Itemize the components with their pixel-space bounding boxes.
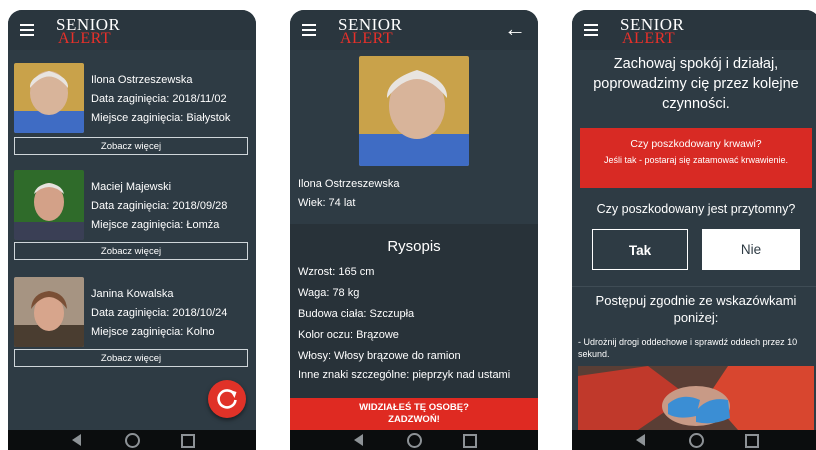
eye-color-field: Kolor oczu: Brązowe (298, 329, 399, 341)
phone-screen-missing-list: SENIOR ALERT Ilona Ostrzeszewska Data za… (8, 10, 256, 450)
app-bar: SENIOR ALERT (572, 10, 816, 50)
see-more-button[interactable]: Zobacz więcej (14, 349, 248, 367)
triangle-back-icon[interactable] (72, 434, 81, 446)
instructions-text: - Udrożnij drogi oddechowe i sprawdź odd… (578, 337, 798, 359)
app-bar: SENIOR ALERT ← (290, 10, 538, 50)
list-item: Maciej Majewski Data zaginięcia: 2018/09… (8, 170, 256, 278)
senior-alert-logo: SENIOR ALERT (620, 13, 700, 47)
call-button[interactable]: WIDZIAŁEŚ TĘ OSOBĘ? ZADZWOŃ! (290, 398, 538, 430)
arrow-left-icon[interactable]: ← (504, 17, 526, 41)
refresh-button[interactable] (208, 380, 246, 418)
missing-date: Data zaginięcia: 2018/10/24 (91, 307, 228, 319)
android-nav-bar (290, 430, 538, 450)
triangle-back-icon[interactable] (354, 434, 363, 446)
app-bar: SENIOR ALERT (8, 10, 256, 50)
circle-home-icon[interactable] (407, 433, 422, 448)
bleeding-question: Czy poszkodowany krwawi? (630, 138, 762, 150)
list-item: Janina Kowalska Data zaginięcia: 2018/10… (8, 277, 256, 385)
see-more-button[interactable]: Zobacz więcej (14, 242, 248, 260)
call-line2: ZADZWOŃ! (388, 414, 440, 425)
logo-line2: ALERT (340, 30, 394, 47)
person-photo (14, 63, 84, 133)
refresh-icon (217, 389, 237, 409)
hamburger-icon[interactable] (20, 24, 34, 36)
missing-date: Data zaginięcia: 2018/09/28 (91, 200, 228, 212)
height-field: Wzrost: 165 cm (298, 266, 375, 278)
divider (572, 286, 816, 287)
build-field: Budowa ciała: Szczupła (298, 308, 415, 320)
hamburger-icon[interactable] (584, 24, 598, 36)
senior-alert-logo: SENIOR ALERT (338, 13, 418, 47)
person-photo (14, 277, 84, 347)
person-name: Ilona Ostrzeszewska (298, 178, 400, 190)
yes-button[interactable]: Tak (592, 229, 688, 270)
bleeding-hint: Jeśli tak - postaraj się zatamować krwaw… (603, 155, 789, 165)
phone-screen-person-detail: SENIOR ALERT ← Ilona Ostrzeszewska Wiek:… (290, 10, 538, 450)
square-recent-icon[interactable] (181, 434, 195, 448)
person-photo (359, 56, 469, 166)
person-name: Maciej Majewski (91, 181, 172, 193)
circle-home-icon[interactable] (689, 433, 704, 448)
hair-field: Włosy: Włosy brązowe do ramion (298, 350, 461, 362)
android-nav-bar (8, 430, 256, 450)
conscious-question: Czy poszkodowany jest przytomny? (596, 202, 796, 216)
list-item: Ilona Ostrzeszewska Data zaginięcia: 201… (8, 63, 256, 171)
phone-screen-first-aid: SENIOR ALERT Zachowaj spokój i działaj, … (572, 10, 816, 450)
hamburger-icon[interactable] (302, 24, 316, 36)
call-line1: WIDZIAŁEŚ TĘ OSOBĘ? (359, 402, 469, 413)
cpr-illustration (578, 366, 814, 430)
person-age: Wiek: 74 lat (298, 197, 356, 209)
instructions-title: Postępuj zgodnie ze wskazówkami poniżej: (595, 293, 797, 325)
senior-alert-logo: SENIOR ALERT (56, 13, 136, 47)
description-title: Rysopis (387, 238, 441, 255)
no-button[interactable]: Nie (702, 229, 800, 270)
bleeding-alert: Czy poszkodowany krwawi? Jeśli tak - pos… (580, 128, 812, 188)
missing-place: Miejsce zaginięcia: Białystok (91, 112, 231, 124)
description-section: Rysopis Wzrost: 165 cm Waga: 78 kg Budow… (290, 224, 538, 400)
person-name: Ilona Ostrzeszewska (91, 74, 193, 86)
person-name: Janina Kowalska (91, 288, 174, 300)
square-recent-icon[interactable] (463, 434, 477, 448)
marks-field: Inne znaki szczególne: pieprzyk nad usta… (298, 369, 511, 381)
person-photo (14, 170, 84, 240)
missing-place: Miejsce zaginięcia: Łomża (91, 219, 220, 231)
circle-home-icon[interactable] (125, 433, 140, 448)
see-more-button[interactable]: Zobacz więcej (14, 137, 248, 155)
logo-line2: ALERT (622, 30, 676, 47)
missing-place: Miejsce zaginięcia: Kolno (91, 326, 215, 338)
square-recent-icon[interactable] (745, 434, 759, 448)
missing-date: Data zaginięcia: 2018/11/02 (91, 93, 227, 105)
triangle-back-icon[interactable] (636, 434, 645, 446)
android-nav-bar (572, 430, 816, 450)
weight-field: Waga: 78 kg (298, 287, 360, 299)
instruction-heading: Zachowaj spokój i działaj, poprowadzimy … (593, 56, 799, 112)
logo-line2: ALERT (58, 30, 112, 47)
